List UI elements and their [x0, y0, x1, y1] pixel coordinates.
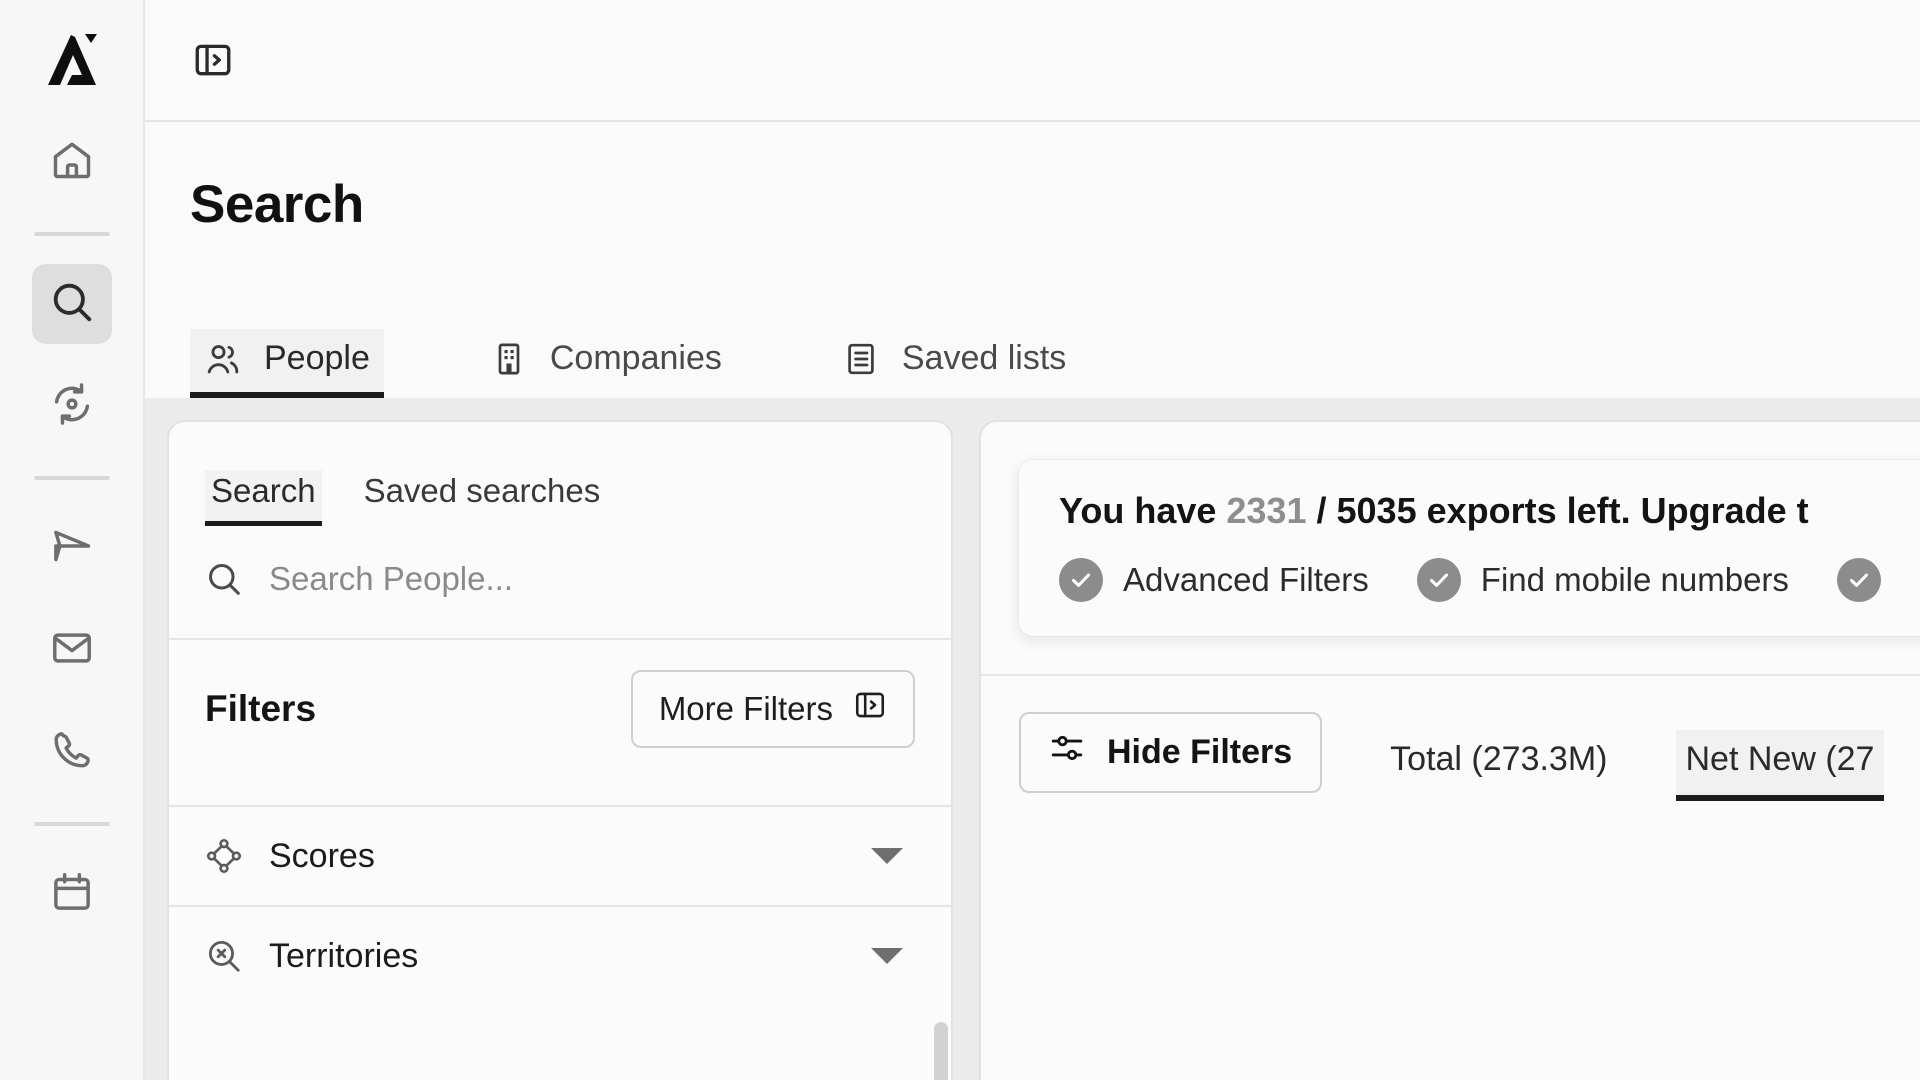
tab-search[interactable]: Search: [205, 470, 322, 526]
filter-label-territories: Territories: [269, 936, 419, 975]
sidebar-item-meetings[interactable]: [32, 854, 112, 934]
tab-companies[interactable]: Companies: [476, 329, 736, 398]
calendar-icon: [50, 870, 94, 919]
sidebar-item-sequences[interactable]: [32, 508, 112, 588]
sidebar-divider-2: [33, 476, 110, 480]
tab-search-label: Search: [211, 472, 316, 509]
scores-node-icon: [205, 837, 243, 875]
results-body: [981, 801, 1920, 1080]
banner-exports-used: 2331: [1226, 490, 1307, 531]
page-tabs: People Companies Saved lists: [190, 329, 1080, 398]
people-icon: [204, 340, 242, 378]
tab-saved-lists[interactable]: Saved lists: [828, 329, 1080, 398]
page-header: Search People Companies Saved lists: [145, 122, 1920, 398]
main-column: Search People Companies Saved lists Sear…: [145, 0, 1920, 1080]
tab-saved-searches-label: Saved searches: [363, 472, 601, 509]
banner-separator: /: [1306, 490, 1337, 531]
filters-heading: Filters: [205, 688, 317, 729]
apollo-logo[interactable]: [33, 22, 111, 100]
results-tab-net-new[interactable]: Net New (27: [1675, 730, 1885, 801]
envelope-icon: [50, 626, 94, 675]
check-circle-icon: [1059, 558, 1103, 602]
banner-exports-total: 5035: [1336, 490, 1417, 531]
page-title: Search: [190, 175, 364, 234]
filters-card: Search Saved searches Search People... F…: [167, 420, 953, 1080]
sidebar-item-home[interactable]: [32, 122, 112, 202]
feature-find-mobile-numbers-label: Find mobile numbers: [1480, 561, 1789, 598]
upgrade-banner: You have 2331 / 5035 exports left. Upgra…: [1019, 460, 1920, 636]
feature-advanced-filters: Advanced Filters: [1059, 558, 1369, 602]
home-icon: [50, 138, 94, 187]
upgrade-banner-title: You have 2331 / 5035 exports left. Upgra…: [1059, 490, 1920, 532]
sidebar-item-search[interactable]: [31, 264, 112, 344]
filters-header: Filters More Filters: [169, 640, 951, 774]
search-icon: [49, 279, 95, 330]
feature-find-mobile-numbers: Find mobile numbers: [1416, 558, 1789, 602]
sidebar-rail: [0, 0, 145, 1080]
tab-people-label: People: [264, 339, 370, 377]
feature-third-truncated: [1836, 558, 1901, 602]
more-filters-label: More Filters: [658, 690, 833, 727]
feature-advanced-filters-label: Advanced Filters: [1123, 561, 1369, 598]
filters-card-tabs: Search Saved searches: [169, 422, 951, 526]
chevron-down-icon: [871, 948, 903, 964]
filter-row-scores[interactable]: Scores: [169, 805, 951, 905]
filters-scrollbar[interactable]: [934, 1022, 948, 1080]
hide-filters-button[interactable]: Hide Filters: [1019, 712, 1323, 793]
tab-people[interactable]: People: [190, 329, 384, 398]
banner-text-after: exports left. Upgrade t: [1416, 490, 1809, 531]
results-panel: You have 2331 / 5035 exports left. Upgra…: [979, 420, 1920, 1080]
search-icon: [205, 560, 243, 598]
filter-list: Email Status: [169, 774, 951, 1080]
check-circle-icon: [1416, 558, 1461, 602]
app-root: Search People Companies Saved lists Sear…: [0, 0, 1920, 1080]
banner-text-before: You have: [1059, 490, 1227, 531]
top-bar: [145, 0, 1920, 122]
sidebar-item-emails[interactable]: [32, 610, 112, 690]
results-toolbar: Hide Filters Total (273.3M) Net New (27: [981, 674, 1920, 801]
refresh-sync-icon: [50, 382, 94, 431]
tab-saved-lists-label: Saved lists: [901, 339, 1067, 377]
tab-companies-label: Companies: [549, 339, 722, 377]
filter-row-territories[interactable]: Territories: [169, 905, 951, 1005]
tab-saved-searches[interactable]: Saved searches: [358, 470, 607, 526]
email-status-icon: [205, 774, 243, 779]
more-filters-button[interactable]: More Filters: [630, 670, 915, 748]
filter-label-scores: Scores: [269, 836, 375, 875]
sidebar-divider-3: [33, 822, 110, 826]
sidebar-item-enrich[interactable]: [32, 366, 112, 446]
results-tab-total-label: Total (273.3M): [1390, 740, 1608, 778]
search-input-placeholder: Search People...: [269, 560, 513, 597]
sidebar-item-calls[interactable]: [32, 712, 112, 792]
results-tab-net-new-label: Net New (27: [1685, 740, 1875, 778]
hide-filters-label: Hide Filters: [1107, 733, 1293, 771]
results-tab-total[interactable]: Total (273.3M): [1380, 730, 1617, 801]
filter-label-email-status: Email Status: [269, 774, 460, 779]
search-people-field[interactable]: Search People...: [169, 526, 951, 640]
sidebar-divider-1: [33, 232, 110, 236]
filter-row-email-status[interactable]: Email Status: [169, 774, 951, 805]
panel-expand-icon: [853, 688, 887, 730]
territory-search-icon: [205, 937, 243, 975]
chevron-down-icon: [871, 848, 903, 864]
panel-expand-icon[interactable]: [190, 37, 236, 83]
phone-icon: [50, 728, 94, 777]
content-area: Search Saved searches Search People... F…: [145, 398, 1920, 1080]
check-circle-icon: [1836, 558, 1881, 602]
list-icon: [842, 340, 880, 378]
upgrade-banner-features: Advanced Filters Find mobile numbers: [1059, 558, 1920, 602]
paper-plane-icon: [50, 524, 94, 573]
sliders-icon: [1049, 730, 1085, 775]
building-icon: [490, 340, 528, 378]
